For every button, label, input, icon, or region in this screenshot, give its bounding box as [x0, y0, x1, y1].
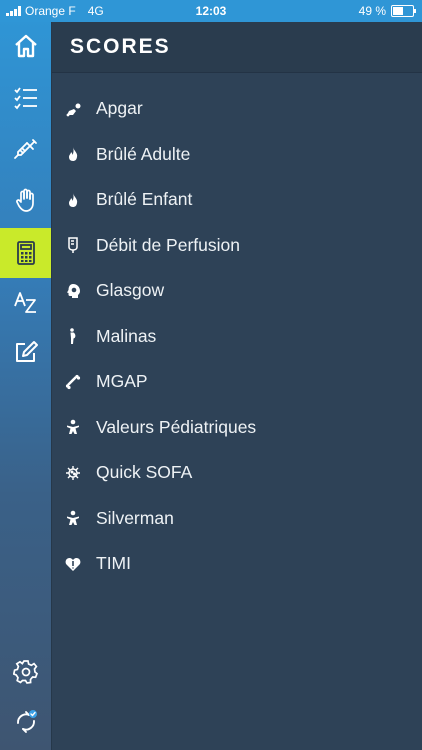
- list-item-timi[interactable]: TIMI: [52, 541, 422, 587]
- list-item-silverman[interactable]: Silverman: [52, 496, 422, 542]
- list-item-label: Malinas: [96, 325, 157, 346]
- sidebar: [0, 22, 52, 750]
- gear-icon: [12, 660, 38, 684]
- list-item-label: Brûlé Adulte: [96, 143, 191, 164]
- sidebar-item-sync[interactable]: [0, 700, 51, 744]
- checklist-icon: [13, 87, 37, 110]
- header: SCORES: [52, 22, 422, 73]
- list-item-debit-de-perfusion[interactable]: Débit de Perfusion: [52, 223, 422, 269]
- sidebar-item-home[interactable]: [0, 24, 51, 68]
- sidebar-item-checklist[interactable]: [0, 76, 51, 120]
- sidebar-item-edit[interactable]: [0, 330, 51, 374]
- head-brain-icon: [67, 283, 80, 298]
- sidebar-item-syringe[interactable]: [0, 128, 51, 172]
- flame-icon: [69, 192, 78, 207]
- heart-icon: [65, 557, 81, 571]
- child-icon: [67, 419, 79, 435]
- scores-list: Apgar Brûlé Adulte Brûlé Enfant Débit de…: [52, 86, 422, 587]
- list-item-mgap[interactable]: MGAP: [52, 359, 422, 405]
- page-title: SCORES: [70, 35, 171, 58]
- bone-icon: [65, 374, 81, 389]
- flame-icon: [69, 147, 78, 162]
- list-item-label: Glasgow: [96, 280, 165, 301]
- list-item-label: TIMI: [96, 553, 131, 574]
- list-item-brule-enfant[interactable]: Brûlé Enfant: [52, 177, 422, 223]
- pregnant-icon: [70, 328, 76, 345]
- list-item-quick-sofa[interactable]: Quick SOFA: [52, 450, 422, 496]
- sidebar-item-a-z[interactable]: [0, 280, 51, 324]
- edit-icon: [15, 341, 38, 362]
- syringe-icon: [13, 139, 37, 159]
- child-icon: [67, 510, 79, 526]
- sidebar-item-hand[interactable]: [0, 178, 51, 222]
- list-item-label: Débit de Perfusion: [96, 234, 240, 255]
- status-bar: Orange F 4G 12:03 49 %: [0, 0, 422, 22]
- home-icon: [14, 34, 37, 58]
- list-item-label: Brûlé Enfant: [96, 189, 193, 210]
- sidebar-item-calculator[interactable]: [0, 228, 51, 278]
- hand-icon: [15, 188, 34, 212]
- list-item-glasgow[interactable]: Glasgow: [52, 268, 422, 314]
- virus-icon: [66, 465, 80, 480]
- sync-icon: [16, 710, 37, 733]
- battery-icon: [391, 5, 416, 17]
- baby-crawl-icon: [66, 103, 81, 117]
- iv-bag-icon: [68, 237, 78, 254]
- list-item-label: Apgar: [96, 98, 143, 119]
- list-item-malinas[interactable]: Malinas: [52, 314, 422, 360]
- list-item-label: Quick SOFA: [96, 462, 193, 483]
- calculator-icon: [16, 241, 35, 265]
- list-item-label: Valeurs Pédiatriques: [96, 416, 257, 437]
- a-z-icon: [13, 292, 36, 313]
- sidebar-item-settings[interactable]: [0, 650, 51, 694]
- list-item-valeurs-pediatriques[interactable]: Valeurs Pédiatriques: [52, 405, 422, 451]
- list-item-label: Silverman: [96, 507, 174, 528]
- list-item-label: MGAP: [96, 371, 148, 392]
- battery-percentage: 49 %: [358, 4, 386, 18]
- list-item-brule-adulte[interactable]: Brûlé Adulte: [52, 132, 422, 178]
- list-item-apgar[interactable]: Apgar: [52, 86, 422, 132]
